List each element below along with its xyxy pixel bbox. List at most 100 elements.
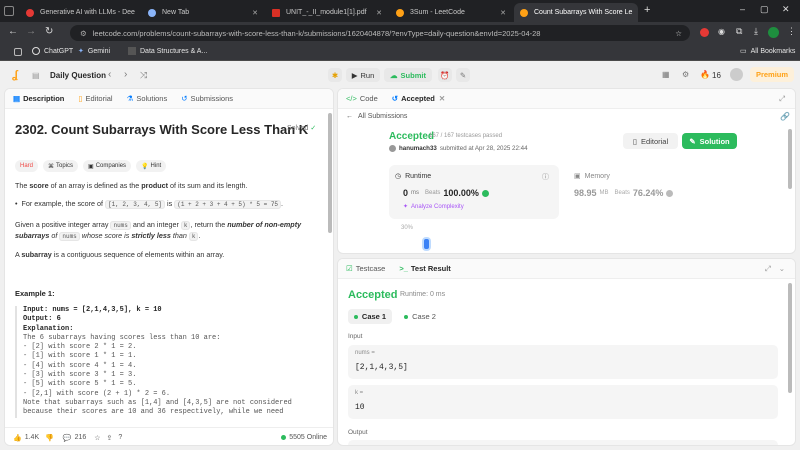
share-icon[interactable]: ⇪ (107, 434, 113, 442)
extension-icon[interactable] (700, 28, 709, 37)
extension-icon[interactable]: ◉ (718, 27, 725, 36)
browser-menu-icon[interactable]: ⋮ (787, 26, 796, 37)
scrollbar-thumb[interactable] (788, 129, 792, 189)
memory-chip-icon: ▣ (574, 173, 581, 180)
minimize-icon[interactable]: – (740, 4, 745, 14)
new-tab-button[interactable]: + (644, 4, 650, 16)
reload-icon[interactable]: ↻ (45, 26, 53, 37)
browser-tab[interactable]: Generative AI with LLMs - Dee ✕ (20, 3, 142, 22)
tab-accepted[interactable]: ↺ Accepted ✕ (392, 94, 445, 103)
maximize-panel-icon[interactable]: ⤢ (765, 264, 771, 274)
maximize-panel-icon[interactable]: ⤢ (779, 94, 785, 104)
layout-icon[interactable]: ▦ (662, 70, 670, 79)
url-text: leetcode.com/problems/count-subarrays-wi… (92, 28, 541, 38)
close-tab-icon[interactable]: ✕ (439, 94, 445, 103)
editorial-button[interactable]: ▯ Editorial (623, 133, 678, 149)
thumbs-up-icon[interactable]: 👍 (13, 434, 22, 442)
streak-fire-icon[interactable]: 🔥 (700, 70, 710, 79)
comment-icon[interactable]: 💬 (63, 434, 72, 442)
tab-test-result[interactable]: >_ Test Result (399, 264, 450, 273)
site-info-icon[interactable]: ⚙ (80, 29, 87, 38)
close-icon[interactable]: ✕ (494, 9, 506, 17)
browser-tab-active[interactable]: Count Subarrays With Score Le ✕ (514, 3, 638, 22)
settings-gear-icon[interactable]: ⚙ (682, 70, 689, 79)
window-close-icon[interactable]: ✕ (782, 4, 790, 15)
hint-tag[interactable]: 💡 Hint (136, 160, 167, 172)
bookmark-gemini[interactable]: ✦ Gemini (78, 47, 110, 56)
forward-arrow-icon[interactable]: → (26, 26, 36, 37)
tab-testcase[interactable]: ☑ Testcase (346, 264, 385, 273)
topics-tag[interactable]: ⌘ Topics (43, 160, 79, 172)
maximize-icon[interactable]: ▢ (760, 4, 769, 15)
extensions-puzzle-icon[interactable]: ⧉ (736, 26, 742, 37)
pdf-icon (272, 8, 280, 17)
tab-description[interactable]: ▤ Description (13, 94, 64, 103)
timer-icon[interactable]: ⏰ (438, 68, 452, 82)
apps-icon[interactable] (14, 48, 22, 56)
debug-icon[interactable]: ✱ (328, 68, 342, 82)
daily-question-title[interactable]: Daily Question (50, 71, 106, 80)
description-paragraph: A subarray is a contiguous sequence of e… (15, 250, 224, 260)
browser-tab[interactable]: UNIT_-_II_module1[1].pdf ✕ (266, 3, 388, 22)
leetcode-logo-icon[interactable]: ʆ (12, 69, 18, 81)
analyze-complexity-link[interactable]: ✦ Analyze Complexity (403, 203, 464, 211)
pass-dot-icon (353, 314, 358, 319)
close-icon[interactable]: ✕ (370, 9, 382, 17)
info-icon[interactable]: ⓘ (542, 172, 549, 182)
back-arrow-icon[interactable]: ← (8, 26, 18, 37)
user-avatar[interactable] (730, 68, 743, 81)
problem-list-icon[interactable]: ▤ (32, 71, 40, 80)
scrollbar-thumb[interactable] (328, 113, 332, 233)
tab-solutions[interactable]: ⚗ Solutions (127, 94, 168, 103)
bookmark-chatgpt[interactable]: ChatGPT (32, 47, 73, 55)
shuffle-icon[interactable]: ⤨ (140, 70, 147, 81)
tab-search-icon[interactable] (4, 6, 14, 16)
link-icon[interactable]: 🔗 (780, 112, 790, 121)
clock-icon: ◷ (395, 173, 402, 180)
collapse-icon[interactable]: ⌄ (779, 264, 785, 273)
tab-editorial[interactable]: ▯ Editorial (78, 94, 112, 103)
url-field[interactable]: ⚙ leetcode.com/problems/count-subarrays-… (70, 25, 690, 41)
profile-avatar[interactable] (768, 27, 779, 38)
companies-tag[interactable]: ▣ Companies (83, 160, 132, 172)
username[interactable]: hanumach33 (399, 145, 437, 152)
next-problem-icon[interactable]: › (124, 69, 127, 80)
all-submissions-link[interactable]: ← All Submissions (346, 113, 407, 120)
thumbs-down-icon[interactable]: 👎 (45, 434, 54, 442)
premium-button[interactable]: Premium (750, 67, 794, 82)
bookmark-data-structures[interactable]: Data Structures & A... (128, 47, 207, 55)
run-button[interactable]: ▶ Run (346, 68, 380, 82)
close-icon[interactable]: ✕ (135, 9, 142, 17)
memory-beats: 76.24% (632, 188, 664, 198)
close-icon[interactable]: ✕ (632, 9, 638, 17)
all-bookmarks[interactable]: ▭ All Bookmarks (740, 47, 795, 56)
browser-tab[interactable]: New Tab ✕ (142, 3, 264, 22)
bookmark-label: ChatGPT (44, 47, 74, 55)
tab-submissions[interactable]: ↺ Submissions (181, 94, 233, 103)
tab-favicon-icon (148, 8, 156, 17)
text: and an integer (130, 220, 181, 229)
solution-button[interactable]: ✎ Solution (682, 133, 737, 149)
memory-card[interactable]: ▣ Memory 98.95 MB Beats 76.24% (568, 165, 758, 219)
notes-icon[interactable]: ✎ (456, 68, 470, 82)
description-paragraph: The score of an array is defined as the … (15, 181, 248, 191)
runtime-header: ◷ Runtime (395, 172, 431, 181)
help-icon[interactable]: ? (118, 434, 122, 441)
runtime-distribution-bar[interactable] (422, 237, 431, 251)
close-icon[interactable]: ✕ (246, 9, 258, 17)
runtime-card[interactable]: ◷ Runtime ⓘ 0 ms Beats 100.00% ✦ Analyze… (389, 165, 559, 219)
star-icon[interactable]: ☆ (94, 434, 100, 442)
prev-problem-icon[interactable]: ‹ (108, 69, 111, 80)
case-tab-2[interactable]: Case 2 (398, 309, 442, 324)
tab-code[interactable]: </> Code (346, 94, 378, 103)
var-value: 10 (355, 403, 365, 412)
case-tab-1[interactable]: Case 1 (348, 309, 392, 324)
runtime-unit: ms (411, 190, 420, 196)
bookmark-star-icon[interactable]: ☆ (675, 29, 682, 38)
submit-button[interactable]: ☁ Submit (384, 68, 432, 82)
tab-title: 3Sum - LeetCode (410, 9, 465, 16)
scrollbar-thumb[interactable] (788, 283, 792, 393)
browser-tab[interactable]: 3Sum - LeetCode ✕ (390, 3, 512, 22)
folder-icon: ▭ (740, 48, 747, 55)
downloads-icon[interactable]: ⤓ (754, 26, 758, 37)
